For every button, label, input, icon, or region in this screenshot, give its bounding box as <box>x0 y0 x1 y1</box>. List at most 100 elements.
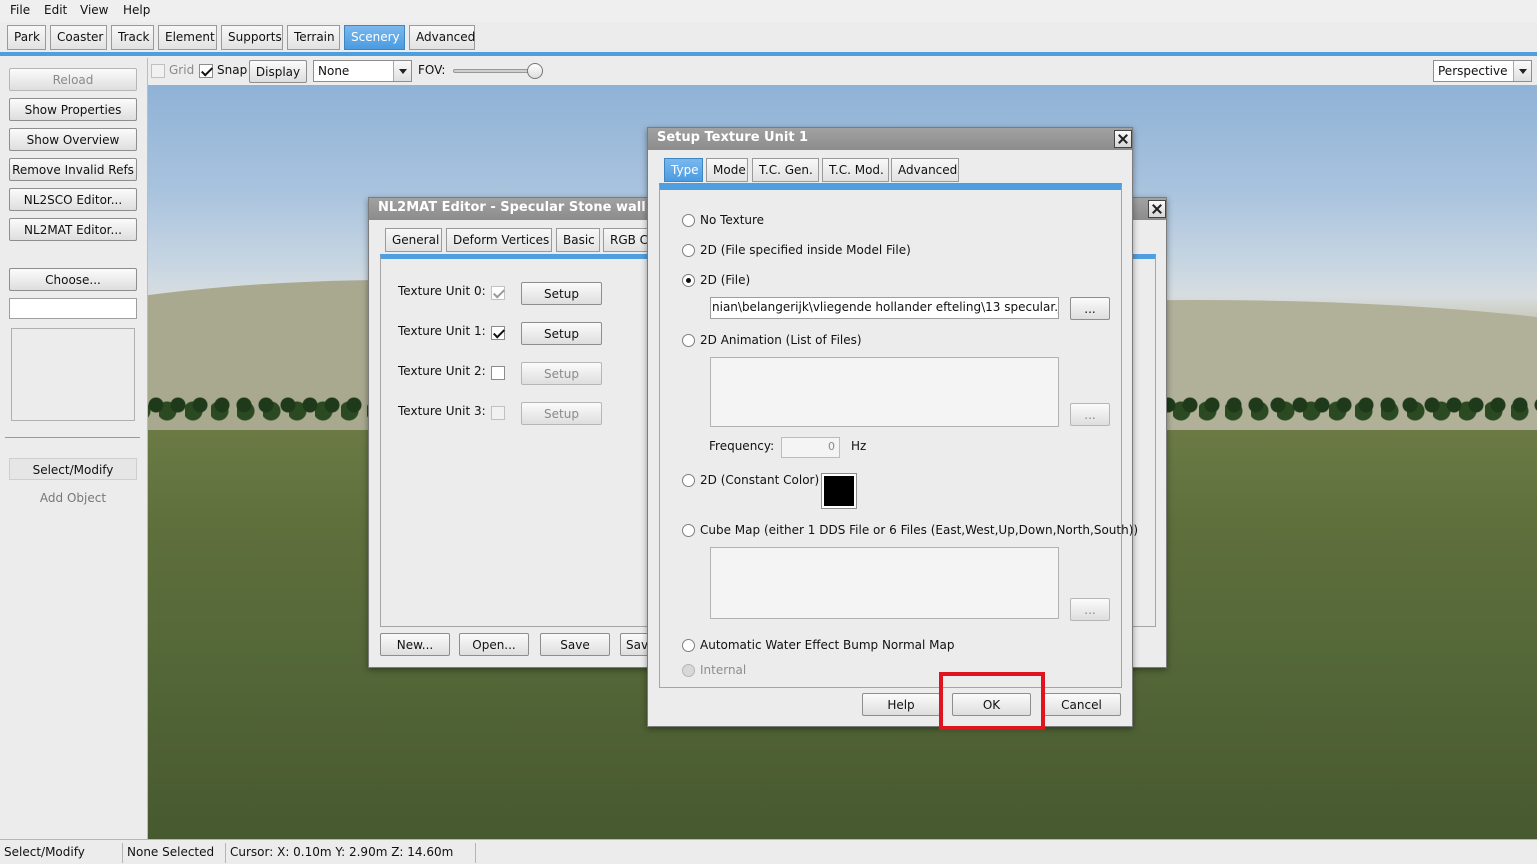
snap-label: Snap <box>217 63 248 77</box>
file-radio[interactable] <box>682 274 695 287</box>
fov-slider[interactable] <box>453 63 543 79</box>
display-mode-value: None <box>318 64 350 78</box>
browse-cube-map-button[interactable]: ... <box>1070 598 1110 621</box>
object-name-field[interactable] <box>9 298 137 319</box>
main-tab-bar: Park Coaster Track Element Supports Terr… <box>0 22 1537 56</box>
close-icon[interactable] <box>1148 200 1166 218</box>
status-cursor: Cursor: X: 0.10m Y: 2.90m Z: 14.60m <box>226 843 476 863</box>
menu-file[interactable]: File <box>10 3 30 17</box>
nl2mat-editor-button[interactable]: NL2MAT Editor... <box>9 218 137 241</box>
texture-unit-1-checkbox[interactable] <box>491 326 505 340</box>
object-preview <box>11 328 135 421</box>
texture-unit-2-checkbox[interactable] <box>491 366 505 380</box>
left-panel: Reload Show Properties Show Overview Rem… <box>0 58 148 839</box>
save-button[interactable]: Save <box>540 633 610 656</box>
tab-scenery[interactable]: Scenery <box>344 25 405 50</box>
grid-checkbox[interactable] <box>151 64 165 78</box>
nl2mat-tab-deform-vertices[interactable]: Deform Vertices <box>446 228 552 252</box>
chevron-down-icon <box>1513 61 1531 81</box>
chevron-down-icon <box>393 61 411 81</box>
fov-label: FOV: <box>418 63 446 77</box>
display-button[interactable]: Display <box>249 60 307 83</box>
show-properties-button[interactable]: Show Properties <box>9 98 137 121</box>
texture-unit-3-checkbox[interactable] <box>491 406 505 420</box>
tab-type[interactable]: Type <box>664 158 703 182</box>
texture-unit-0-label: Texture Unit 0: <box>398 284 486 298</box>
texture-unit-2-setup-button[interactable]: Setup <box>521 362 602 385</box>
texture-unit-2-label: Texture Unit 2: <box>398 364 486 378</box>
texture-dialog-title: Setup Texture Unit 1 <box>648 128 1132 150</box>
choose-button[interactable]: Choose... <box>9 268 137 291</box>
cube-map-label: Cube Map (either 1 DDS File or 6 Files (… <box>700 523 1139 537</box>
tab-mode[interactable]: Mode <box>706 158 748 182</box>
animation-file-list[interactable] <box>710 357 1059 427</box>
grid-label: Grid <box>169 63 195 77</box>
animation-radio[interactable] <box>682 334 695 347</box>
internal-radio[interactable] <box>682 664 695 677</box>
frequency-label: Frequency: <box>709 439 775 453</box>
texture-unit-1-setup-button[interactable]: Setup <box>521 322 602 345</box>
internal-label: Internal <box>700 663 747 677</box>
tab-advanced[interactable]: Advanced <box>891 158 959 182</box>
new-button[interactable]: New... <box>380 633 450 656</box>
tab-terrain[interactable]: Terrain <box>287 25 340 50</box>
ok-highlight-box <box>939 672 1045 730</box>
status-bar: Select/Modify None Selected Cursor: X: 0… <box>0 839 1537 864</box>
toolbar: Grid Snap Display None FOV: Perspective <box>148 58 1537 85</box>
nl2mat-tab-general[interactable]: General <box>385 228 442 252</box>
texture-unit-0-checkbox[interactable] <box>491 286 505 300</box>
model-file-label: 2D (File specified inside Model File) <box>700 243 911 257</box>
fov-slider-thumb[interactable] <box>527 63 543 79</box>
texture-unit-3-setup-button[interactable]: Setup <box>521 402 602 425</box>
menu-edit[interactable]: Edit <box>44 3 67 17</box>
constant-color-radio[interactable] <box>682 474 695 487</box>
status-selection: None Selected <box>123 843 226 863</box>
tab-track[interactable]: Track <box>111 25 154 50</box>
texture-unit-0-setup-button[interactable]: Setup <box>521 282 602 305</box>
remove-invalid-refs-button[interactable]: Remove Invalid Refs <box>9 158 137 181</box>
browse-animation-button[interactable]: ... <box>1070 403 1110 426</box>
file-label: 2D (File) <box>700 273 751 287</box>
frequency-input[interactable]: 0 <box>781 437 840 458</box>
nl2mat-tab-rgb[interactable]: RGB Co <box>603 228 653 252</box>
tab-element[interactable]: Element <box>158 25 217 50</box>
nl2sco-editor-button[interactable]: NL2SCO Editor... <box>9 188 137 211</box>
reload-button[interactable]: Reload <box>9 68 137 91</box>
animation-label: 2D Animation (List of Files) <box>700 333 862 347</box>
cube-map-radio[interactable] <box>682 524 695 537</box>
menu-bar: File Edit View Help <box>0 0 1537 22</box>
no-texture-radio[interactable] <box>682 214 695 227</box>
close-icon[interactable] <box>1114 130 1132 148</box>
select-modify-button[interactable]: Select/Modify <box>9 458 137 480</box>
frequency-unit: Hz <box>851 439 867 453</box>
water-effect-label: Automatic Water Effect Bump Normal Map <box>700 638 955 652</box>
tab-tc-gen[interactable]: T.C. Gen. <box>752 158 819 182</box>
tab-supports[interactable]: Supports <box>221 25 283 50</box>
add-object-button[interactable]: Add Object <box>9 491 137 505</box>
tab-park[interactable]: Park <box>7 25 46 50</box>
water-effect-radio[interactable] <box>682 639 695 652</box>
display-mode-select[interactable]: None <box>313 60 412 82</box>
menu-view[interactable]: View <box>80 3 108 17</box>
view-mode-value: Perspective <box>1438 64 1508 78</box>
view-mode-select[interactable]: Perspective <box>1433 60 1532 82</box>
browse-file-button[interactable]: ... <box>1070 297 1110 320</box>
color-swatch-button[interactable] <box>821 473 857 509</box>
no-texture-label: No Texture <box>700 213 765 227</box>
setup-texture-unit-dialog: Setup Texture Unit 1 Type Mode T.C. Gen.… <box>647 127 1138 727</box>
model-file-radio[interactable] <box>682 244 695 257</box>
divider <box>5 437 140 438</box>
show-overview-button[interactable]: Show Overview <box>9 128 137 151</box>
open-button[interactable]: Open... <box>459 633 529 656</box>
nl2mat-tab-basic[interactable]: Basic <box>556 228 600 252</box>
menu-help[interactable]: Help <box>123 3 150 17</box>
file-path-field[interactable]: nian\belangerijk\vliegende hollander eft… <box>710 297 1059 319</box>
tab-advanced[interactable]: Advanced <box>409 25 475 50</box>
status-mode: Select/Modify <box>0 843 123 863</box>
cube-map-file-list[interactable] <box>710 547 1059 619</box>
cancel-button[interactable]: Cancel <box>1042 693 1121 716</box>
help-button[interactable]: Help <box>862 693 940 716</box>
tab-tc-mod[interactable]: T.C. Mod. <box>822 158 889 182</box>
tab-coaster[interactable]: Coaster <box>50 25 107 50</box>
snap-checkbox[interactable] <box>199 64 213 78</box>
